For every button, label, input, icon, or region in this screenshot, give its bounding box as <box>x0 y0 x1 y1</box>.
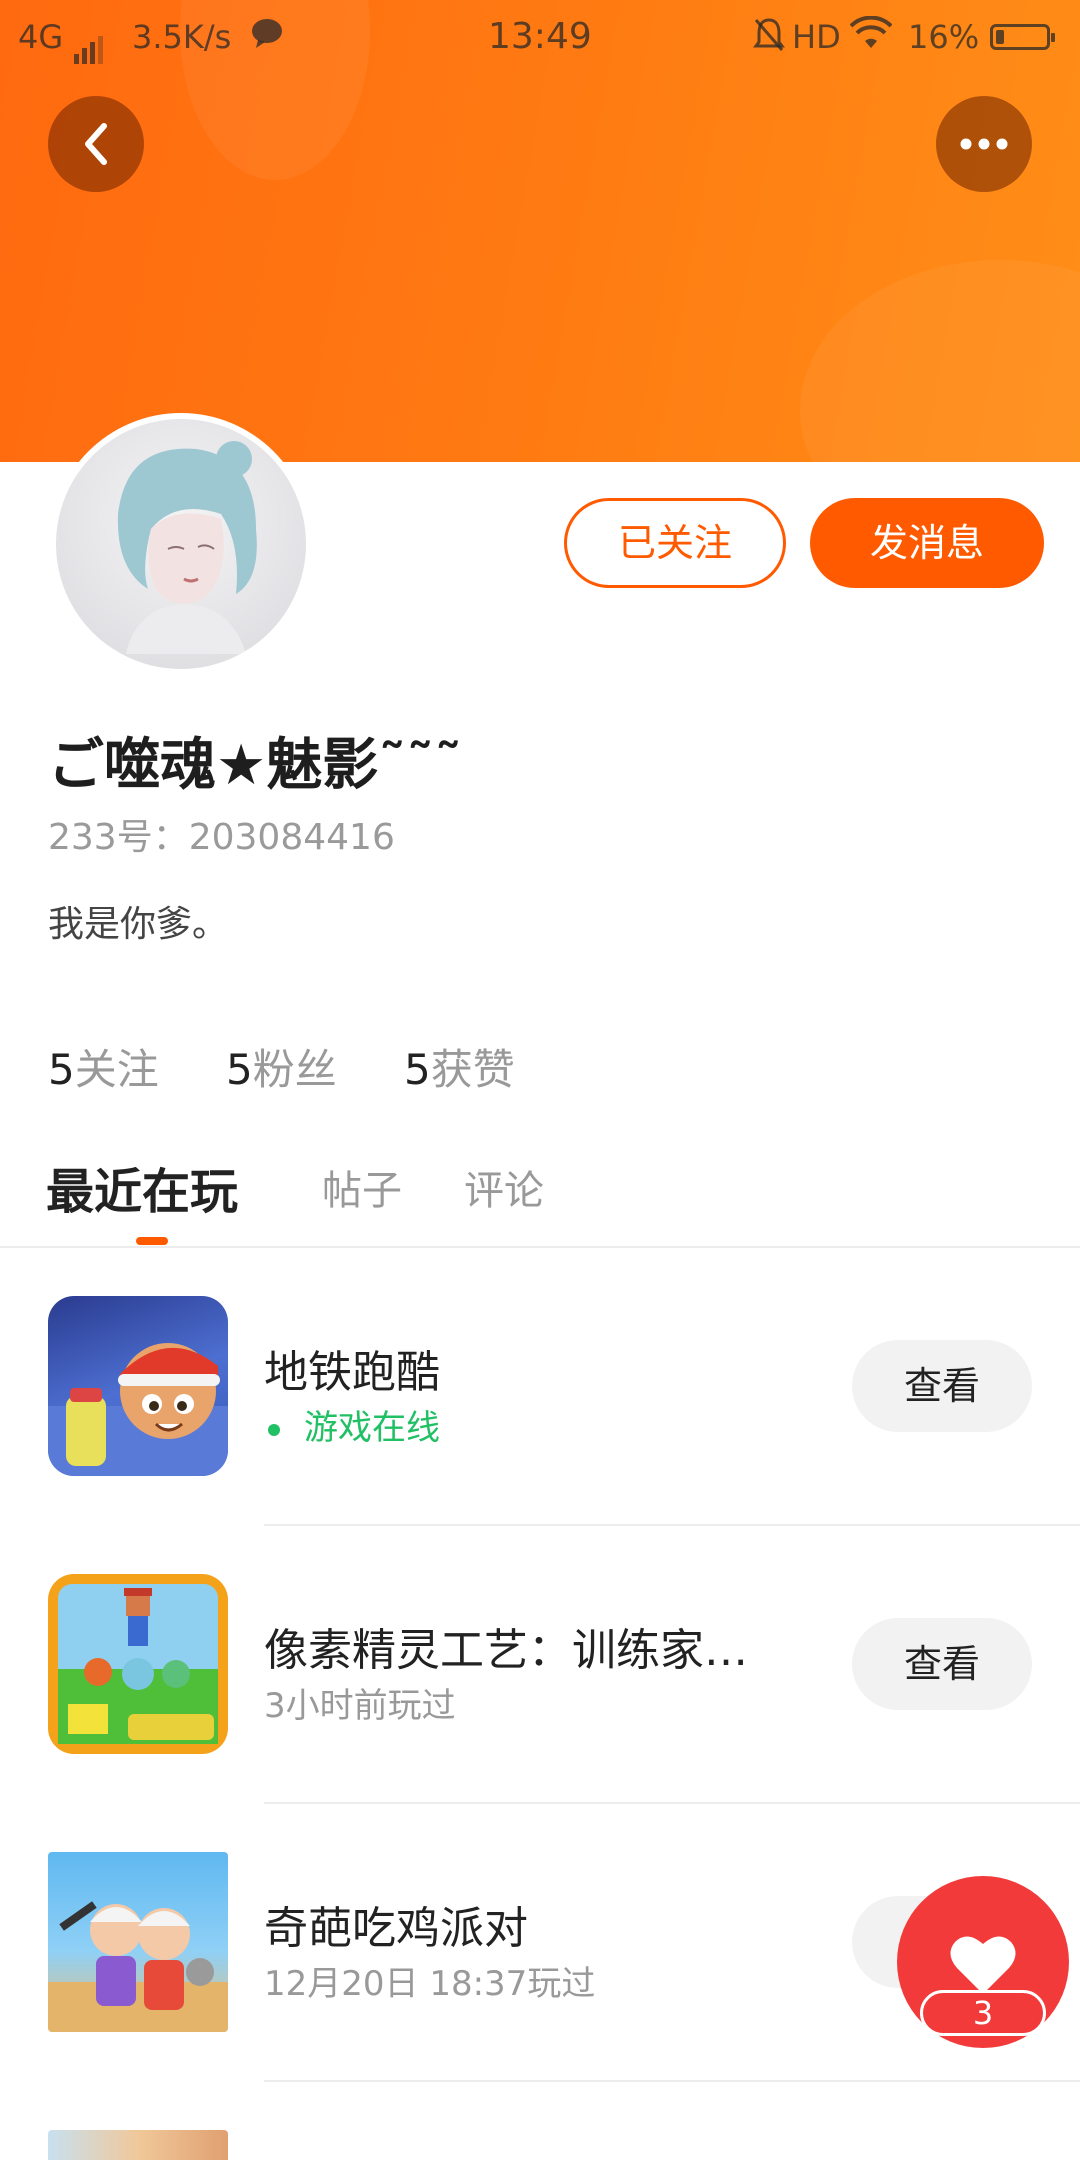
list-item[interactable]: 地铁跑酷 游戏在线 查看 <box>0 1248 1080 1526</box>
stat-label: 关注 <box>74 1045 159 1094</box>
username: ご噬魂★魅影˜˜˜ <box>48 733 463 798</box>
last-played: 3小时前玩过 <box>264 1686 456 1726</box>
more-dots-icon <box>960 138 1008 150</box>
back-button[interactable] <box>48 96 144 192</box>
wifi-icon <box>849 15 893 60</box>
game-title: 地铁跑酷 <box>264 1347 440 1398</box>
clock: 13:49 <box>488 16 592 57</box>
user-id: 233号：203084416 <box>48 817 395 858</box>
signal-icon <box>74 26 106 64</box>
more-button[interactable] <box>936 96 1032 192</box>
stat-following[interactable]: 5关注 <box>48 1036 159 1097</box>
network-speed: 3.5K/s <box>132 18 232 56</box>
following-button[interactable]: 已关注 <box>564 498 786 588</box>
stat-label: 粉丝 <box>252 1045 337 1094</box>
game-status: 游戏在线 <box>264 1400 440 1449</box>
network-type: 4G <box>18 18 64 56</box>
game-icon-party <box>48 1852 228 2032</box>
row-divider <box>264 2080 1080 2082</box>
view-button[interactable]: 查看 <box>852 1340 1032 1432</box>
list-item[interactable]: 像素精灵工艺：训练家… 3小时前玩过 查看 <box>0 1526 1080 1804</box>
online-dot-icon <box>268 1423 280 1436</box>
avatar[interactable] <box>56 419 306 669</box>
status-bar: 4G 3.5K/s 13:49 HD 16% <box>0 0 1080 74</box>
back-arrow-icon <box>85 123 107 165</box>
avatar-frame <box>50 413 312 675</box>
game-icon-pixelmon <box>48 1574 228 1754</box>
game-title: 像素精灵工艺：训练家… <box>264 1625 748 1676</box>
game-icon-subway-surfers <box>48 1296 228 1476</box>
game-status-text: 游戏在线 <box>304 1408 440 1448</box>
send-message-button[interactable]: 发消息 <box>810 498 1044 588</box>
stat-number: 5 <box>48 1045 75 1094</box>
stat-likes[interactable]: 5获赞 <box>404 1036 515 1097</box>
battery-icon <box>990 24 1055 50</box>
hd-indicator: HD <box>792 18 841 56</box>
stat-number: 5 <box>404 1045 431 1094</box>
bio: 我是你爹。 <box>48 904 229 945</box>
stat-number: 5 <box>226 1045 253 1094</box>
mute-bell-icon <box>752 16 786 62</box>
tab-indicator <box>136 1237 168 1245</box>
tab-comments[interactable]: 评论 <box>464 1158 544 1216</box>
view-button[interactable]: 查看 <box>852 1618 1032 1710</box>
message-bubble-icon <box>250 16 284 58</box>
tab-posts[interactable]: 帖子 <box>322 1158 402 1216</box>
like-count-badge: 3 <box>920 1990 1046 2036</box>
stat-fans[interactable]: 5粉丝 <box>226 1036 337 1097</box>
tab-recently-played[interactable]: 最近在玩 <box>46 1152 238 1222</box>
game-icon-partial <box>48 2130 228 2160</box>
game-title: 奇葩吃鸡派对 <box>264 1903 528 1954</box>
last-played: 12月20日 18:37玩过 <box>264 1964 596 2004</box>
battery-percent: 16% <box>908 18 980 56</box>
stat-label: 获赞 <box>430 1045 515 1094</box>
banner-decoration <box>800 260 1080 462</box>
